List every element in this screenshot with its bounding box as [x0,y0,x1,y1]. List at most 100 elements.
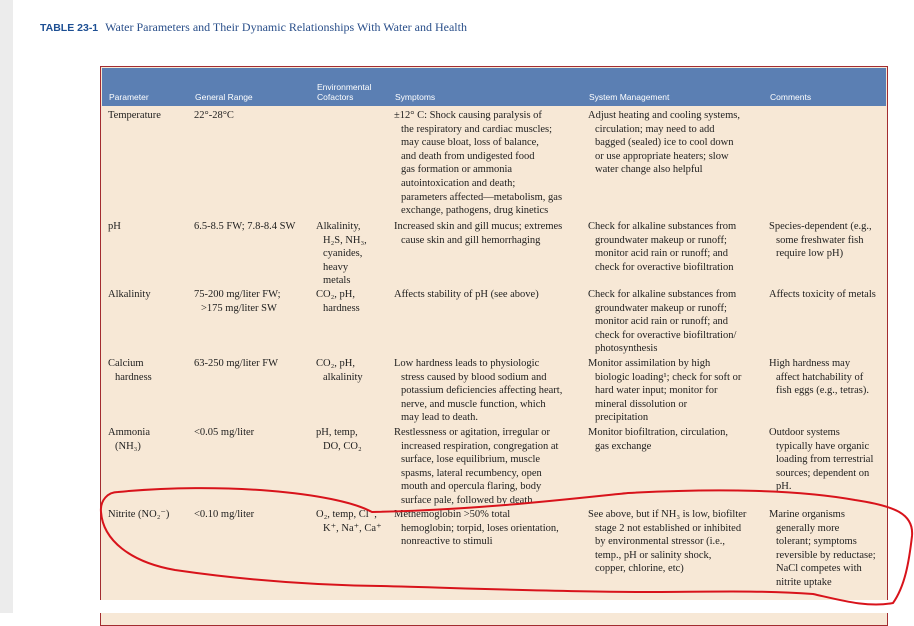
cell-line: pH [108,221,121,232]
cell-parameter: Alkalinity [108,288,151,302]
cell-symptoms: Affects stability of pH (see above) [394,288,539,302]
cell-parameter: pH [108,220,121,234]
cell-line: heavy [323,261,349,273]
table-header: Parameter General Range Environmental Cof… [102,68,886,106]
cell-comments: Affects toxicity of metals [769,288,876,302]
cell-line: reversible by reductase; [776,549,876,561]
cell-line: Temperature [108,110,161,121]
cell-line: the respiratory and cardiac muscles; [401,123,553,135]
cell-line: sources; dependent on [776,467,870,479]
cell-line: generally more [776,522,840,534]
cell-cofactors: pH, temp, DO, CO₂ [316,426,362,453]
cell-cofactors: CO₂, pH, hardness [316,288,360,315]
table-title: Water Parameters and Their Dynamic Relat… [105,20,467,34]
cell-line: affect hatchability of [776,371,864,383]
table-caption: TABLE 23-1 Water Parameters and Their Dy… [40,20,467,35]
cell-line: alkalinity [323,371,363,383]
cell-line: some freshwater fish [776,234,864,246]
cell-line: hardness [323,302,360,314]
cell-line: check for overactive biofiltration [595,261,734,273]
cell-system-management: Check for alkaline substances from ground… [588,288,736,356]
cell-general-range: <0.10 mg/liter [194,508,254,522]
cell-line: or use appropriate heaters; slow [595,150,729,162]
cell-system-management: Check for alkaline substances from ground… [588,220,736,274]
cell-line: loading from terrestrial [776,454,874,466]
header-system-management: System Management [589,92,670,102]
cell-line: cause skin and gill hemorrhaging [401,234,541,246]
cell-symptoms: Low hardness leads to physiologic stress … [394,357,562,425]
cell-line: Outdoor systems [769,427,840,438]
cell-line: may lead to death. [401,412,478,424]
cell-system-management: See above, but if NH₃ is low, biofilter s… [588,508,746,576]
cell-line: ±12° C: Shock causing paralysis of [394,110,542,121]
cell-line: Calcium [108,358,144,369]
cell-line: <0.05 mg/liter [194,427,255,438]
cell-line: Affects toxicity of metals [769,289,876,300]
cell-line: bagged (sealed) ice to cool down [595,137,734,149]
cell-system-management: Adjust heating and cooling systems, circu… [588,109,740,177]
cell-line: Increased skin and gill mucus; extremes [394,221,563,232]
cell-line: nerve, and muscle function, which [401,398,546,410]
cell-line: Ammonia [108,427,150,438]
cell-line: Low hardness leads to physiologic [394,358,540,369]
cell-symptoms: Restlessness or agitation, irregular or i… [394,426,558,508]
cell-line: High hardness may [769,358,851,369]
cell-line: See above, but if NH₃ is low, biofilter [588,509,747,520]
cell-line: O₂, temp, Cl⁻, [316,509,377,520]
cell-line: 22°-28°C [194,110,234,121]
cell-line: typically have organic [776,440,870,452]
cell-line: Restlessness or agitation, irregular or [394,427,551,438]
cell-line: Affects stability of pH (see above) [394,289,539,300]
cell-line: may cause bloat, loss of balance, [401,137,539,149]
cell-line: fish eggs (e.g., tetras). [776,385,870,397]
cell-comments: Outdoor systems typically have organic loa… [769,426,873,494]
cell-line: nitrite uptake [776,576,832,588]
cell-line: hard water input; monitor for [595,385,718,397]
cell-comments: High hardness may affect hatchability of f… [769,357,869,398]
cell-system-management: Monitor biofiltration, circulation, gas e… [588,426,728,453]
cell-line: Check for alkaline substances from [588,289,737,300]
cell-line: K⁺, Na⁺, Ca⁺ [323,522,382,534]
cell-line: water change also helpful [595,164,703,176]
cell-line: require low pH) [776,248,844,260]
cell-cofactors: CO₂, pH, alkalinity [316,357,363,384]
cell-line: monitor acid rain or runoff; and [595,316,729,328]
cell-line: monitor acid rain or runoff; and [595,248,729,260]
cell-line: nonreactive to stimuli [401,536,493,548]
cell-line: stress caused by blood sodium and [401,371,547,383]
cell-line: surface, lose equilibrium, muscle [401,454,541,466]
cell-line: >175 mg/liter SW [201,302,277,314]
cell-line: Methemoglobin >50% total [394,509,511,520]
cell-parameter: Nitrite (NO₂⁻) [108,508,169,522]
cell-line: surface pale, followed by death [401,494,533,506]
cell-line: gas formation or ammonia [401,164,513,176]
cell-line: Adjust heating and cooling systems, [588,110,740,121]
cell-line: mouth and opercula flaring, body [401,481,542,493]
cell-system-management: Monitor assimilation by high biologic loa… [588,357,741,425]
cell-line: potassium deficiencies affecting heart, [401,385,563,397]
header-comments: Comments [770,92,812,102]
cell-line: CO₂, pH, [316,289,355,300]
cell-line: increased respiration, congregation at [401,440,559,452]
cell-general-range: 63-250 mg/liter FW [194,357,278,371]
cell-line: mineral dissolution or [595,398,688,410]
cell-line: Nitrite (NO₂⁻) [108,509,170,520]
cell-line: by environmental stressor (i.e., [595,536,726,548]
cell-line: metals [323,275,351,287]
page-bottom [100,600,888,613]
cell-line: pH. [776,481,792,493]
cell-line: Alkalinity [108,289,151,300]
table-number: TABLE 23-1 [40,22,99,34]
cell-symptoms: Increased skin and gill mucus; extremes c… [394,220,562,247]
cell-line: H₂S, NH₃, [323,234,367,246]
cell-line: 6.5-8.5 FW; 7.8-8.4 SW [194,221,296,232]
cell-symptoms: Methemoglobin >50% total hemoglobin; torp… [394,508,559,549]
cell-symptoms: ±12° C: Shock causing paralysis of the re… [394,109,562,218]
cell-general-range: 6.5-8.5 FW; 7.8-8.4 SW [194,220,295,234]
cell-line: <0.10 mg/liter [194,509,255,520]
cell-line: spasms, lateral recumbency, open [401,467,542,479]
cell-line: photosynthesis [595,343,658,355]
cell-line: and death from undigested food [401,150,535,162]
header-parameter: Parameter [109,92,149,102]
cell-line: biologic loading¹; check for soft or [595,371,742,383]
